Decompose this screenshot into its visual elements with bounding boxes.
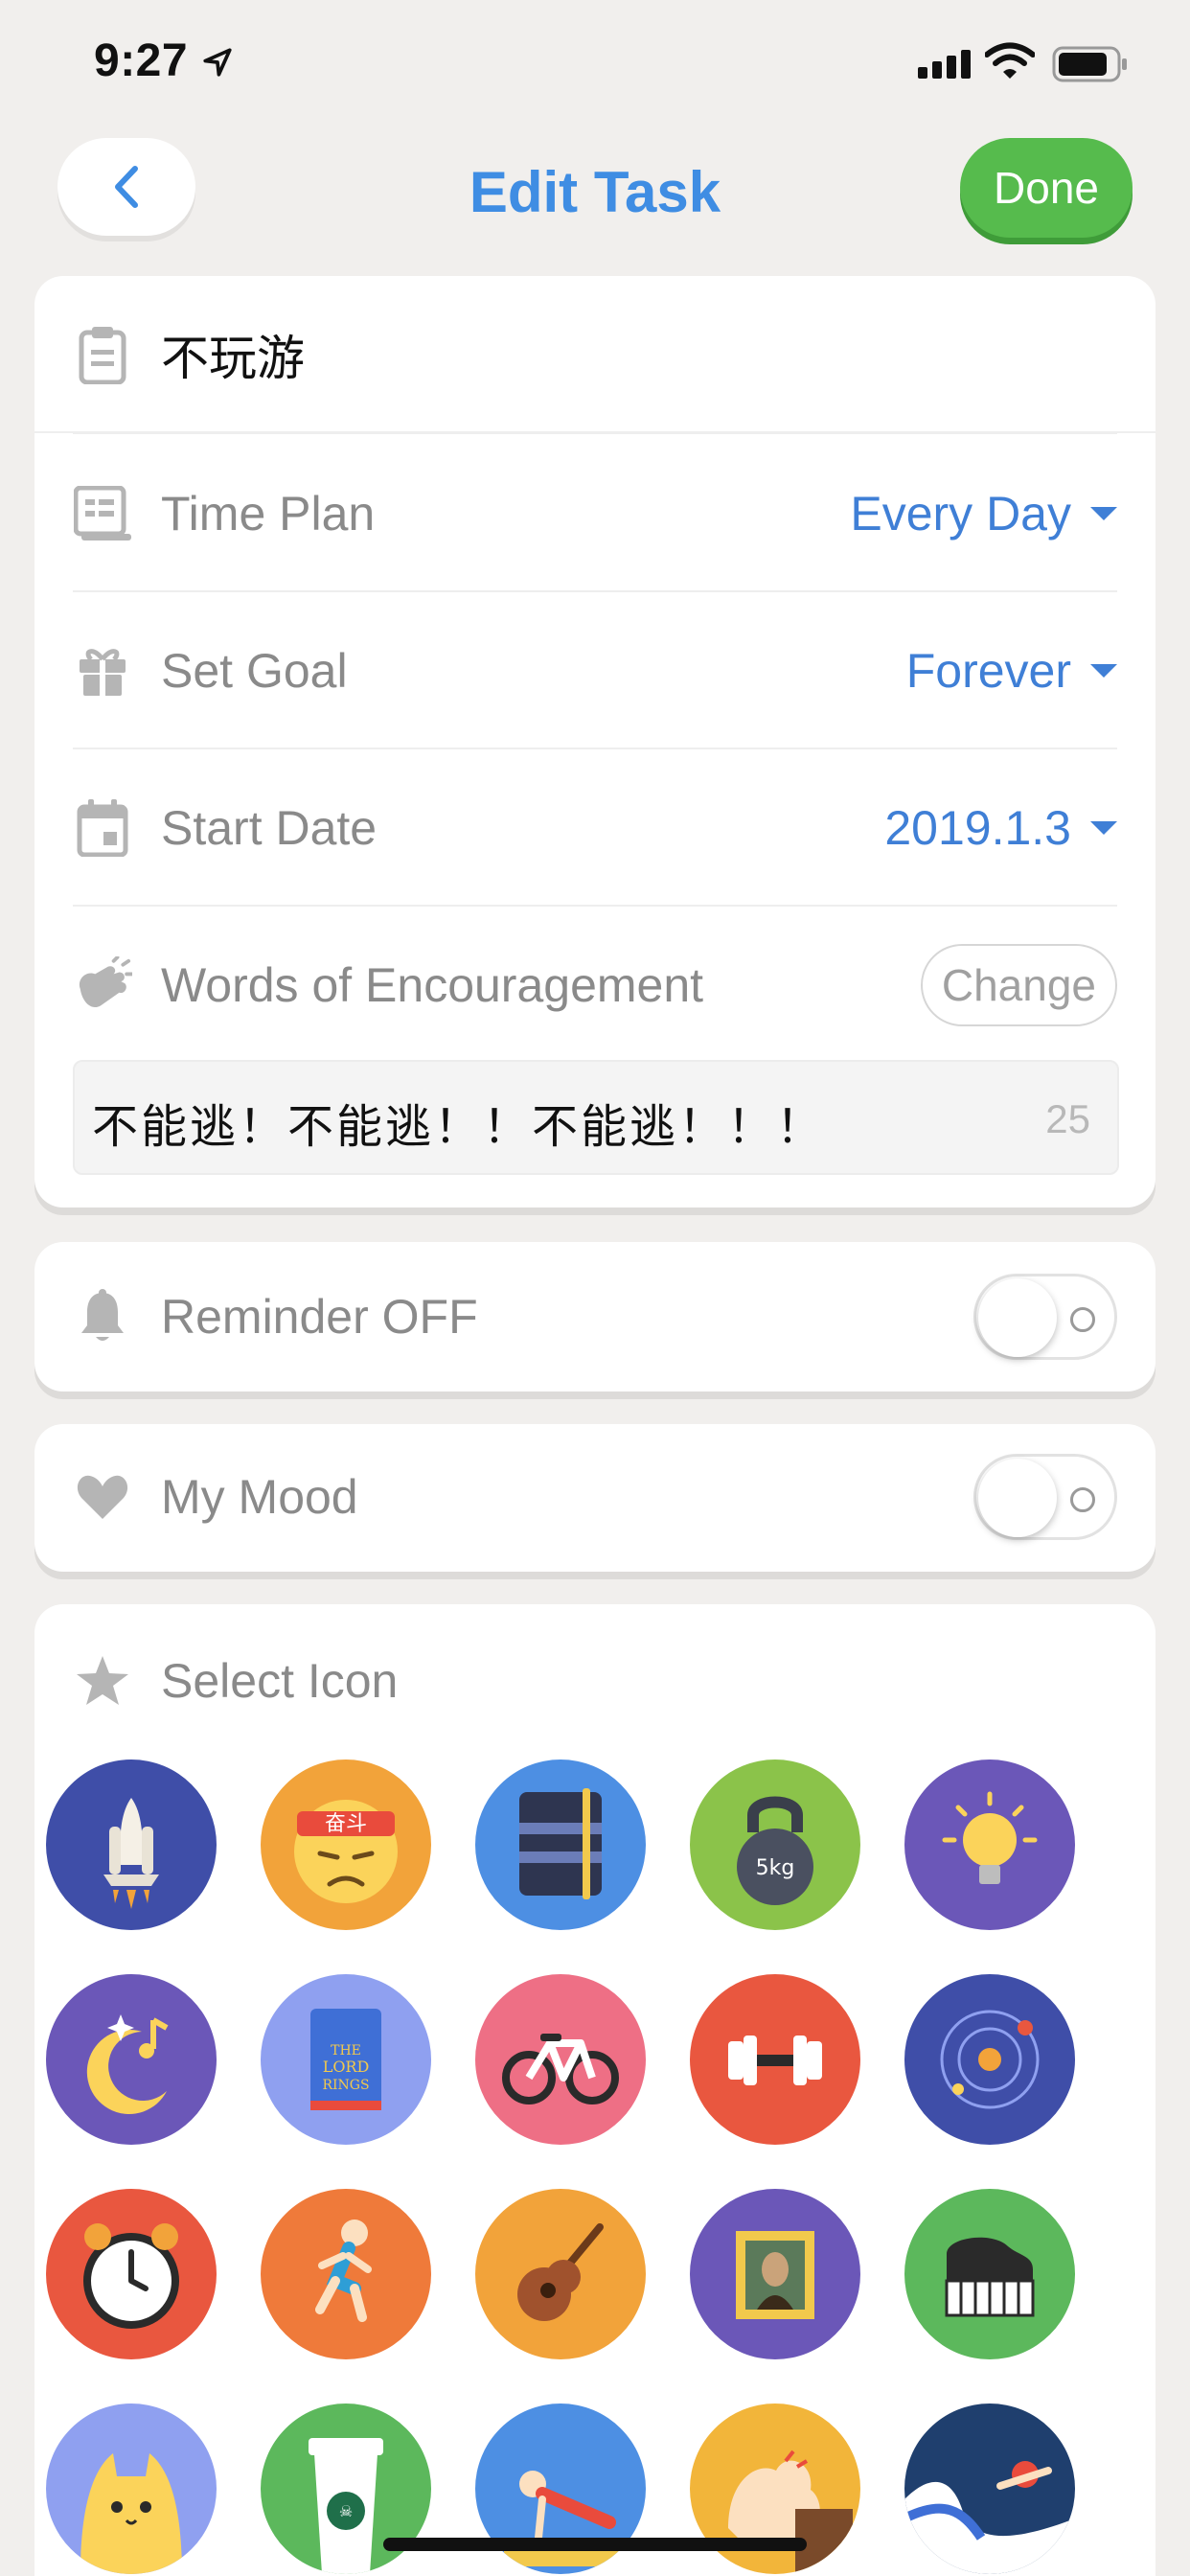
toggle-knob — [978, 1459, 1057, 1537]
bell-icon — [73, 1287, 132, 1346]
rocket-icon[interactable] — [46, 1760, 217, 1930]
battery-icon — [1052, 46, 1127, 82]
status-bar: 9:27 — [0, 0, 1190, 125]
encouragement-text: 不能逃！不能逃！！不能逃！！！ — [92, 1102, 826, 1153]
time-plan-label: Time Plan — [161, 487, 376, 540]
moon-music-icon[interactable] — [46, 1974, 217, 2145]
set-goal-dropdown[interactable]: Forever — [906, 643, 1117, 699]
calendar-list-icon — [73, 484, 132, 543]
reminder-card: Reminder OFF — [34, 1242, 1156, 1392]
notebook-icon[interactable] — [475, 1760, 646, 1930]
reminder-row: Reminder OFF — [34, 1238, 1117, 1395]
star-icon — [73, 1651, 132, 1711]
start-date-value: 2019.1.3 — [884, 801, 1071, 855]
planet-icon[interactable] — [904, 1974, 1075, 2145]
painting-icon[interactable] — [690, 2189, 860, 2359]
start-date-row[interactable]: Start Date 2019.1.3 — [34, 749, 1117, 907]
start-date-dropdown[interactable]: 2019.1.3 — [884, 800, 1117, 856]
time-plan-value: Every Day — [850, 487, 1071, 540]
select-icon-label: Select Icon — [161, 1654, 399, 1708]
cheer-hand-icon — [73, 955, 132, 1015]
change-encouragement-button[interactable]: Change — [920, 944, 1117, 1026]
start-date-label: Start Date — [161, 801, 378, 855]
cat-icon[interactable] — [46, 2404, 217, 2574]
book-icon[interactable]: THE LORD RINGS — [261, 1974, 431, 2145]
reminder-toggle[interactable] — [973, 1274, 1117, 1360]
mood-card: My Mood — [34, 1424, 1156, 1572]
piano-icon[interactable] — [904, 2189, 1075, 2359]
wifi-icon — [985, 42, 1035, 79]
calendar-icon — [73, 798, 132, 858]
clipboard-icon — [73, 325, 132, 384]
done-button[interactable]: Done — [960, 138, 1133, 238]
toggle-off-ring-icon — [1070, 1487, 1095, 1512]
gift-icon — [73, 641, 132, 701]
time-plan-dropdown[interactable]: Every Day — [850, 486, 1117, 541]
caret-down-icon — [1090, 821, 1117, 835]
guitar-icon[interactable] — [475, 2189, 646, 2359]
encouragement-input[interactable]: 不能逃！不能逃！！不能逃！！！ 25 — [73, 1060, 1119, 1175]
edit-task-screen: 9:27 Edit Task Done 不玩游 Time Plan Every … — [0, 0, 1190, 2576]
toggle-knob — [978, 1278, 1057, 1357]
time-plan-row[interactable]: Time Plan Every Day — [34, 435, 1117, 592]
dumbbell-icon[interactable] — [690, 1974, 860, 2145]
task-name-row[interactable]: 不玩游 — [34, 276, 1156, 433]
headband-face-icon[interactable]: 奋斗 — [261, 1760, 431, 1930]
status-time: 9:27 — [94, 35, 189, 86]
home-indicator[interactable] — [383, 2538, 807, 2551]
svg-text:☠: ☠ — [339, 2502, 353, 2520]
svg-text:RINGS: RINGS — [322, 2078, 369, 2093]
lightbulb-icon[interactable] — [904, 1760, 1075, 1930]
encouragement-row: Words of Encouragement Change — [34, 907, 1117, 1064]
kettlebell-icon[interactable]: 5kg — [690, 1760, 860, 1930]
caret-down-icon — [1090, 664, 1117, 678]
svg-text:THE: THE — [331, 2043, 361, 2058]
svg-text:奋斗: 奋斗 — [325, 1812, 367, 1836]
character-count: 25 — [1045, 1096, 1090, 1141]
reminder-label: Reminder OFF — [161, 1290, 478, 1344]
set-goal-value: Forever — [905, 644, 1071, 698]
svg-text:LORD: LORD — [323, 2058, 370, 2076]
alarm-clock-icon[interactable] — [46, 2189, 217, 2359]
toggle-off-ring-icon — [1070, 1307, 1095, 1332]
bicycle-icon[interactable] — [475, 1974, 646, 2145]
task-name[interactable]: 不玩游 — [161, 320, 1156, 389]
heart-icon — [73, 1467, 132, 1527]
mood-toggle[interactable] — [973, 1454, 1117, 1540]
swimmer-icon[interactable] — [904, 2404, 1075, 2574]
cellular-signal-icon — [918, 50, 971, 79]
select-icon-header: Select Icon — [34, 1604, 1117, 1758]
location-arrow-icon — [203, 48, 232, 77]
runner-icon[interactable] — [261, 2189, 431, 2359]
encouragement-label: Words of Encouragement — [161, 958, 704, 1012]
svg-text:5kg: 5kg — [756, 1856, 795, 1880]
set-goal-row[interactable]: Set Goal Forever — [34, 592, 1117, 749]
mood-label: My Mood — [161, 1470, 358, 1524]
caret-down-icon — [1090, 507, 1117, 520]
set-goal-label: Set Goal — [161, 644, 348, 698]
mood-row: My Mood — [34, 1418, 1117, 1576]
